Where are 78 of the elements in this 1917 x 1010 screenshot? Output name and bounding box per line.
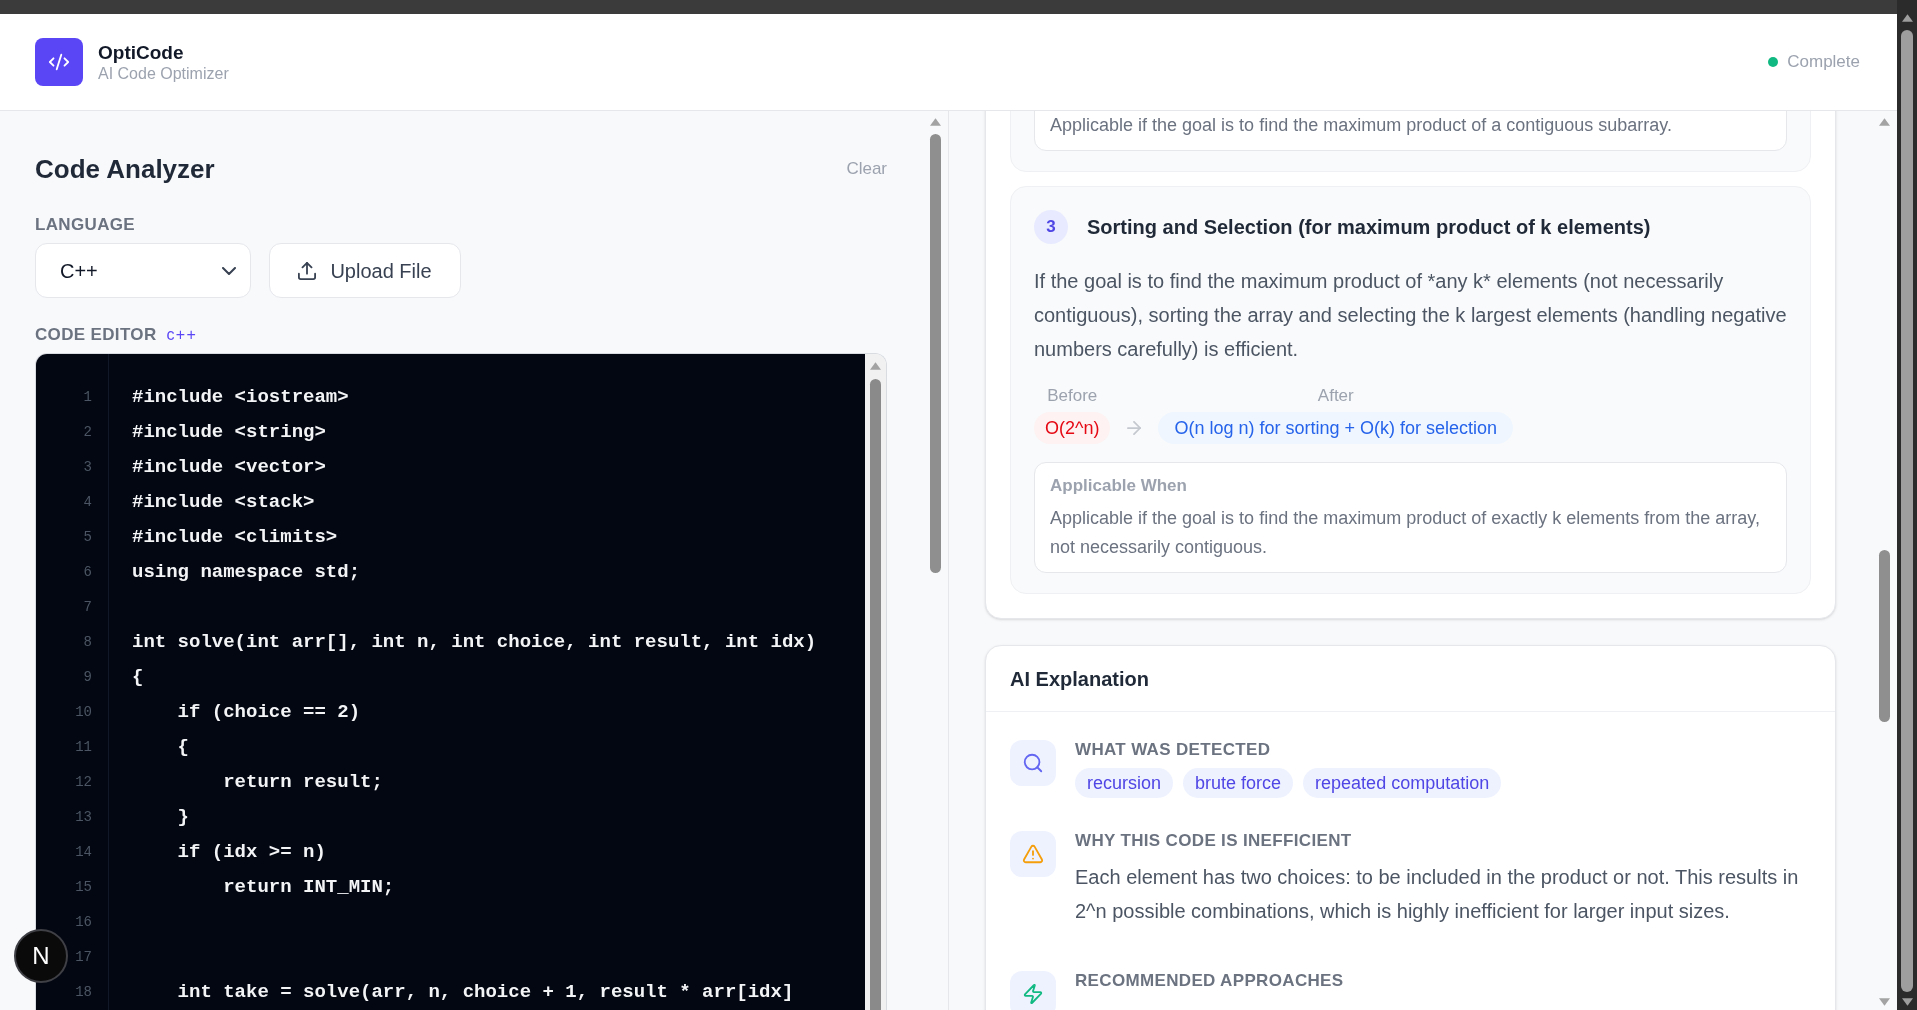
code-line: #include <iostream> bbox=[132, 385, 350, 410]
applicable-when-text: Applicable if the goal is to find the maximum product of exactly k elements from the array, not necessarily contiguous. bbox=[1050, 507, 1761, 559]
after-label: After bbox=[1317, 385, 1354, 407]
before-label: Before bbox=[1047, 385, 1098, 407]
section-heading: RECOMMENDED APPROACHES bbox=[1075, 971, 1345, 991]
detected-tag: brute force bbox=[1183, 768, 1294, 798]
detected-tag: recursion bbox=[1075, 768, 1174, 798]
language-tag: c++ bbox=[166, 325, 198, 345]
applicable-when-heading: Applicable When bbox=[1050, 476, 1188, 496]
code-line: #include <stack> bbox=[132, 490, 316, 515]
code-line: if (idx >= n) bbox=[176, 840, 327, 865]
line-number: 9 bbox=[83, 668, 92, 687]
approach-title: Sorting and Selection (for maximum product of k elements) bbox=[1087, 215, 1651, 240]
scroll-up-icon[interactable] bbox=[1901, 14, 1913, 22]
line-number: 5 bbox=[83, 528, 92, 547]
upload-icon bbox=[298, 261, 317, 280]
approach-description: If the goal is to find the maximum product of *any k* elements (not necessarily contiguous), sorting the array and selecting the k largest elements (handling negative numbers carefully) is efficient. bbox=[1034, 269, 1787, 362]
app-tagline: AI Code Optimizer bbox=[98, 63, 229, 84]
code-line: #include <vector> bbox=[132, 455, 327, 480]
lightning-icon bbox=[1010, 971, 1056, 1010]
code-icon bbox=[35, 38, 83, 86]
app-name: OptiCode bbox=[98, 40, 185, 64]
scrollbar-thumb[interactable] bbox=[1901, 30, 1913, 992]
section-heading: WHY THIS CODE IS INEFFICIENT bbox=[1075, 831, 1353, 851]
dev-indicator-button[interactable]: N bbox=[14, 929, 68, 983]
scrollbar-thumb[interactable] bbox=[870, 379, 881, 1010]
applicable-when-text: Applicable if the goal is to find the maximum product of a contiguous subarray. bbox=[1050, 114, 1673, 137]
upload-file-button[interactable]: Upload File bbox=[269, 243, 461, 298]
line-number: 17 bbox=[75, 948, 92, 967]
scroll-up-icon[interactable] bbox=[930, 118, 941, 126]
line-number: 8 bbox=[83, 633, 92, 652]
line-number: 4 bbox=[83, 493, 92, 512]
scrollbar-thumb[interactable] bbox=[1878, 550, 1890, 722]
code-line: int take = solve(arr, n, choice + 1, result * arr[idx] bbox=[176, 980, 795, 1005]
warning-icon bbox=[1010, 831, 1056, 877]
language-select[interactable]: C++ bbox=[35, 243, 251, 298]
scrollbar-thumb[interactable] bbox=[930, 134, 941, 573]
panel-title: Code Analyzer bbox=[35, 152, 215, 186]
code-line: { bbox=[176, 735, 190, 760]
line-number: 14 bbox=[75, 843, 92, 862]
code-line: if (choice == 2) bbox=[176, 700, 362, 725]
line-number: 2 bbox=[83, 423, 92, 442]
line-number: 18 bbox=[75, 983, 92, 1002]
code-line: using namespace std; bbox=[132, 560, 362, 585]
scroll-down-icon[interactable] bbox=[1878, 998, 1890, 1006]
arrow-right-icon bbox=[1127, 421, 1142, 435]
line-number: 1 bbox=[83, 388, 92, 407]
code-line: } bbox=[176, 805, 190, 830]
language-label: LANGUAGE bbox=[35, 215, 135, 235]
line-number: 13 bbox=[75, 808, 92, 827]
status-label: Complete bbox=[1787, 51, 1860, 74]
line-number: 12 bbox=[75, 773, 92, 792]
line-number: 6 bbox=[83, 563, 92, 582]
line-number: 7 bbox=[83, 598, 92, 617]
search-icon bbox=[1010, 740, 1056, 786]
explanation-text: Each element has two choices: to be included in the product or not. This results in 2^n possible combinations, which is highly inefficient for larger input sizes. bbox=[1075, 865, 1800, 924]
detected-tag: repeated computation bbox=[1303, 768, 1502, 798]
chevron-down-icon bbox=[222, 266, 236, 275]
line-number: 3 bbox=[83, 458, 92, 477]
scroll-up-icon[interactable] bbox=[1878, 118, 1890, 126]
line-number: 16 bbox=[75, 913, 92, 932]
editor-label: CODE EDITOR bbox=[35, 325, 157, 345]
after-complexity: O(n log n) for sorting + O(k) for selection bbox=[1158, 412, 1514, 444]
before-complexity: O(2^n) bbox=[1034, 412, 1111, 444]
code-editor[interactable] bbox=[35, 353, 887, 1010]
code-line: #include <string> bbox=[132, 420, 327, 445]
code-line: return result; bbox=[222, 770, 384, 795]
line-number: 11 bbox=[75, 738, 92, 757]
explanation-title: AI Explanation bbox=[1010, 666, 1149, 692]
code-line: int solve(int arr[], int n, int choice, int result, int idx) bbox=[132, 630, 817, 655]
code-line: { bbox=[132, 665, 145, 690]
approach-number: 3 bbox=[1034, 210, 1068, 244]
scroll-down-icon[interactable] bbox=[1901, 998, 1913, 1006]
code-line: return INT_MIN; bbox=[222, 875, 396, 900]
line-number: 15 bbox=[75, 878, 92, 897]
section-heading: WHAT WAS DETECTED bbox=[1075, 740, 1272, 760]
line-number: 10 bbox=[75, 703, 92, 722]
code-line: #include <climits> bbox=[132, 525, 339, 550]
